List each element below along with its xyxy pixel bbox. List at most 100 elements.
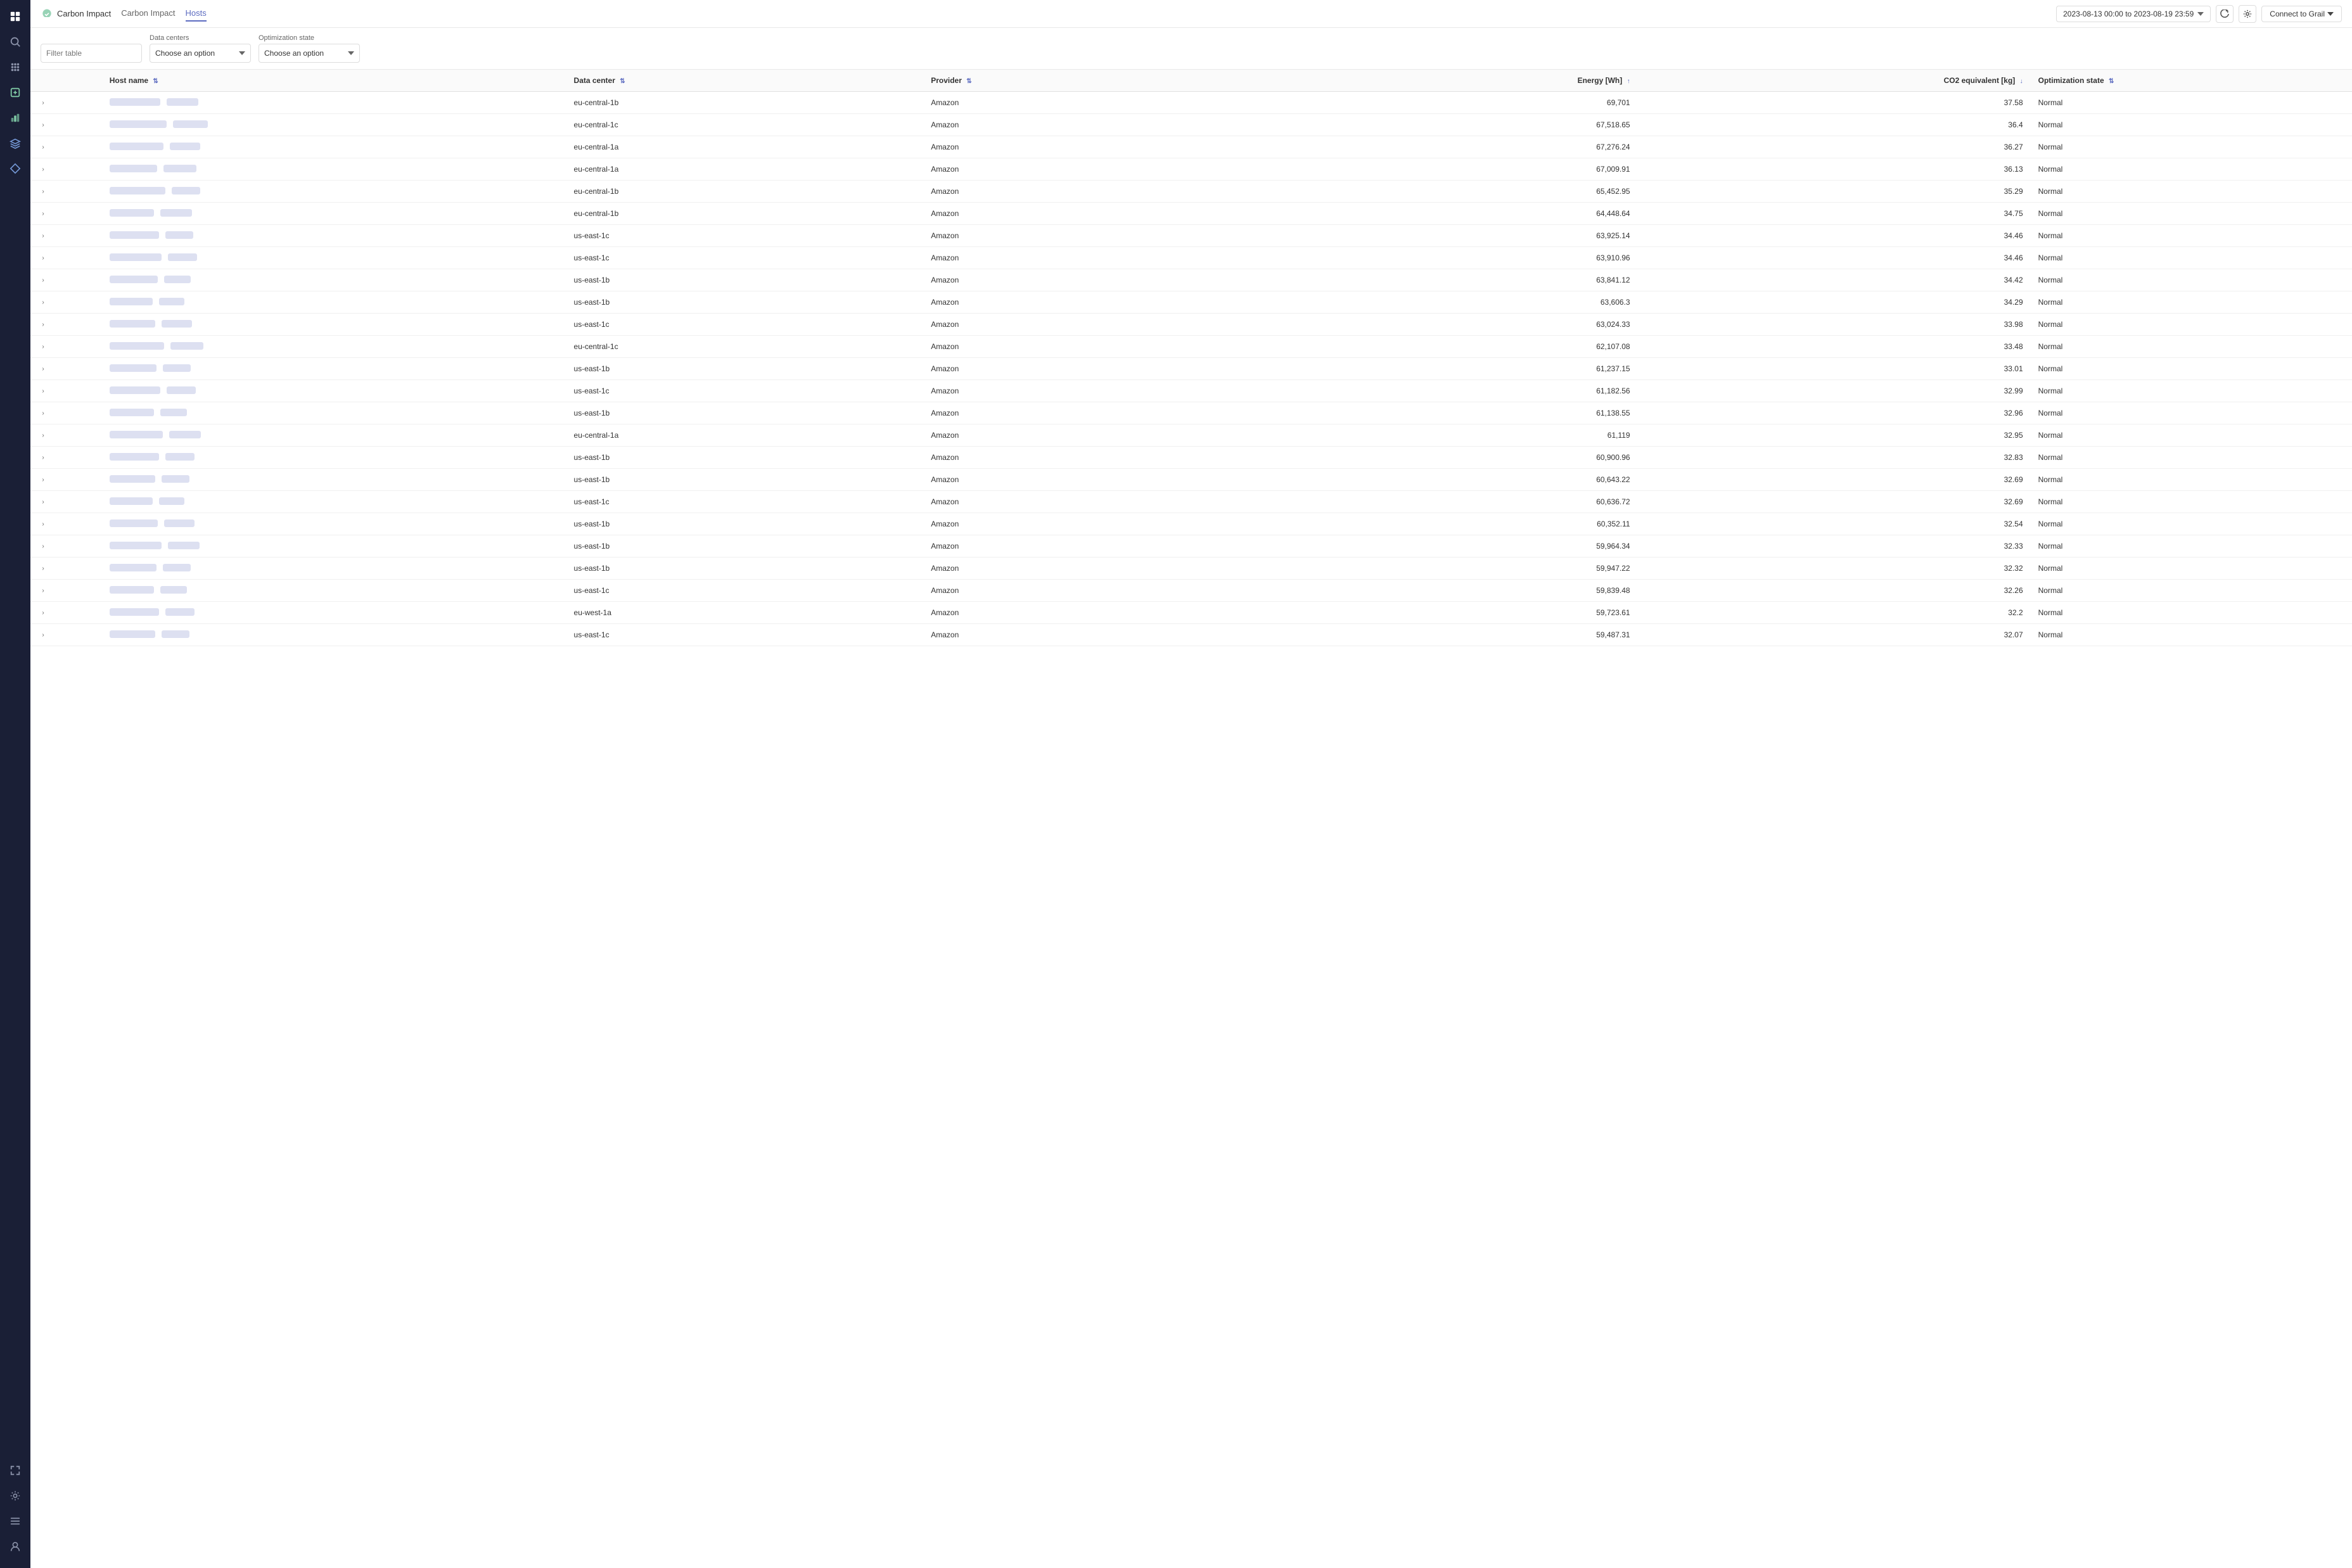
- expand-button[interactable]: ›: [38, 608, 48, 618]
- row-energy-cell: 61,119: [1281, 424, 1638, 447]
- expand-button[interactable]: ›: [38, 297, 48, 307]
- col-header-provider[interactable]: Provider ⇅: [923, 70, 1281, 92]
- expand-button[interactable]: ›: [38, 142, 48, 152]
- refresh-button[interactable]: [2216, 5, 2234, 23]
- row-opt-cell: Normal: [2031, 225, 2352, 247]
- hostname-placeholder2: [159, 497, 184, 505]
- sidebar-icon-apps[interactable]: [4, 56, 27, 79]
- expand-button[interactable]: ›: [38, 430, 48, 440]
- sort-opt-icon: ⇅: [2109, 78, 2114, 85]
- expand-button[interactable]: ›: [38, 519, 48, 529]
- sidebar-icon-box1[interactable]: [4, 81, 27, 104]
- col-header-energy[interactable]: Energy [Wh] ↑: [1281, 70, 1638, 92]
- expand-button[interactable]: ›: [38, 541, 48, 551]
- row-hostname-cell: [102, 558, 566, 580]
- expand-button[interactable]: ›: [38, 364, 48, 374]
- row-hostname-cell: [102, 358, 566, 380]
- row-hostname-cell: [102, 424, 566, 447]
- row-energy-cell: 60,636.72: [1281, 491, 1638, 513]
- row-energy-cell: 61,182.56: [1281, 380, 1638, 402]
- time-range-button[interactable]: 2023-08-13 00:00 to 2023-08-19 23:59: [2056, 6, 2211, 22]
- expand-button[interactable]: ›: [38, 164, 48, 174]
- expand-button[interactable]: ›: [38, 275, 48, 285]
- expand-button[interactable]: ›: [38, 408, 48, 418]
- expand-button[interactable]: ›: [38, 186, 48, 196]
- sidebar-icon-layers[interactable]: [4, 132, 27, 155]
- topnav-carbon-impact[interactable]: Carbon Impact: [121, 6, 175, 22]
- row-provider-cell: Amazon: [923, 491, 1281, 513]
- row-opt-cell: Normal: [2031, 92, 2352, 114]
- hostname-placeholder: [110, 386, 160, 394]
- expand-button[interactable]: ›: [38, 208, 48, 219]
- expand-button[interactable]: ›: [38, 386, 48, 396]
- sidebar-icon-person[interactable]: [4, 1535, 27, 1558]
- hostname-placeholder: [110, 276, 158, 283]
- hostname-placeholder: [110, 586, 154, 594]
- row-provider-cell: Amazon: [923, 336, 1281, 358]
- row-datacenter-cell: eu-central-1a: [566, 158, 924, 181]
- expand-button[interactable]: ›: [38, 475, 48, 485]
- sidebar-icon-expand[interactable]: [4, 1459, 27, 1482]
- app-name: Carbon Impact: [57, 9, 111, 18]
- expand-button[interactable]: ›: [38, 630, 48, 640]
- optimization-select[interactable]: Choose an option: [259, 44, 360, 63]
- row-provider-cell: Amazon: [923, 602, 1281, 624]
- expand-button[interactable]: ›: [38, 98, 48, 108]
- row-datacenter-cell: us-east-1b: [566, 469, 924, 491]
- expand-button[interactable]: ›: [38, 319, 48, 329]
- expand-button[interactable]: ›: [38, 563, 48, 573]
- row-co2-cell: 34.46: [1638, 225, 2031, 247]
- expand-button[interactable]: ›: [38, 231, 48, 241]
- sidebar-icon-settings[interactable]: [4, 1484, 27, 1507]
- row-provider-cell: Amazon: [923, 92, 1281, 114]
- sidebar-icon-diamond[interactable]: [4, 157, 27, 180]
- connect-grail-button[interactable]: Connect to Grail: [2261, 6, 2342, 22]
- settings-button[interactable]: [2239, 5, 2256, 23]
- hostname-placeholder: [110, 342, 164, 350]
- hostname-placeholder: [110, 608, 159, 616]
- hostname-placeholder: [110, 542, 162, 549]
- hostname-placeholder2: [165, 231, 193, 239]
- row-expand-cell: ›: [30, 602, 102, 624]
- row-hostname-cell: [102, 535, 566, 558]
- sort-datacenter-icon: ⇅: [620, 78, 625, 85]
- sidebar-icon-grid[interactable]: [4, 5, 27, 28]
- sidebar-icon-search[interactable]: [4, 30, 27, 53]
- row-hostname-cell: [102, 380, 566, 402]
- expand-button[interactable]: ›: [38, 452, 48, 462]
- col-header-co2[interactable]: CO2 equivalent [kg] ↓: [1638, 70, 2031, 92]
- row-energy-cell: 67,276.24: [1281, 136, 1638, 158]
- col-header-hostname[interactable]: Host name ⇅: [102, 70, 566, 92]
- expand-button[interactable]: ›: [38, 585, 48, 596]
- hostname-placeholder: [110, 231, 159, 239]
- table-row: › us-east-1c Amazon 63,024.33 33.98 Norm…: [30, 314, 2352, 336]
- topnav-hosts[interactable]: Hosts: [186, 6, 207, 22]
- expand-button[interactable]: ›: [38, 341, 48, 352]
- col-header-opt[interactable]: Optimization state ⇅: [2031, 70, 2352, 92]
- col-header-datacenter[interactable]: Data center ⇅: [566, 70, 924, 92]
- row-provider-cell: Amazon: [923, 203, 1281, 225]
- row-datacenter-cell: us-east-1c: [566, 491, 924, 513]
- expand-button[interactable]: ›: [38, 253, 48, 263]
- filter-table-input[interactable]: [41, 44, 142, 63]
- filter-table-group: [41, 44, 142, 63]
- sidebar-icon-chart[interactable]: [4, 106, 27, 129]
- row-hostname-cell: [102, 158, 566, 181]
- row-datacenter-cell: us-east-1c: [566, 580, 924, 602]
- data-centers-select[interactable]: Choose an option: [150, 44, 251, 63]
- expand-button[interactable]: ›: [38, 497, 48, 507]
- table-row: › eu-central-1b Amazon 69,701 37.58 Norm…: [30, 92, 2352, 114]
- row-energy-cell: 59,947.22: [1281, 558, 1638, 580]
- sidebar-icon-bars[interactable]: [4, 1510, 27, 1533]
- row-co2-cell: 36.13: [1638, 158, 2031, 181]
- table-header: Host name ⇅ Data center ⇅ Provider ⇅ Ene…: [30, 70, 2352, 92]
- row-expand-cell: ›: [30, 380, 102, 402]
- row-hostname-cell: [102, 402, 566, 424]
- expand-button[interactable]: ›: [38, 120, 48, 130]
- row-opt-cell: Normal: [2031, 469, 2352, 491]
- table-row: › eu-west-1a Amazon 59,723.61 32.2 Norma…: [30, 602, 2352, 624]
- hostname-placeholder2: [164, 519, 195, 527]
- row-provider-cell: Amazon: [923, 580, 1281, 602]
- hostname-placeholder: [110, 320, 155, 328]
- hostname-placeholder2: [162, 320, 192, 328]
